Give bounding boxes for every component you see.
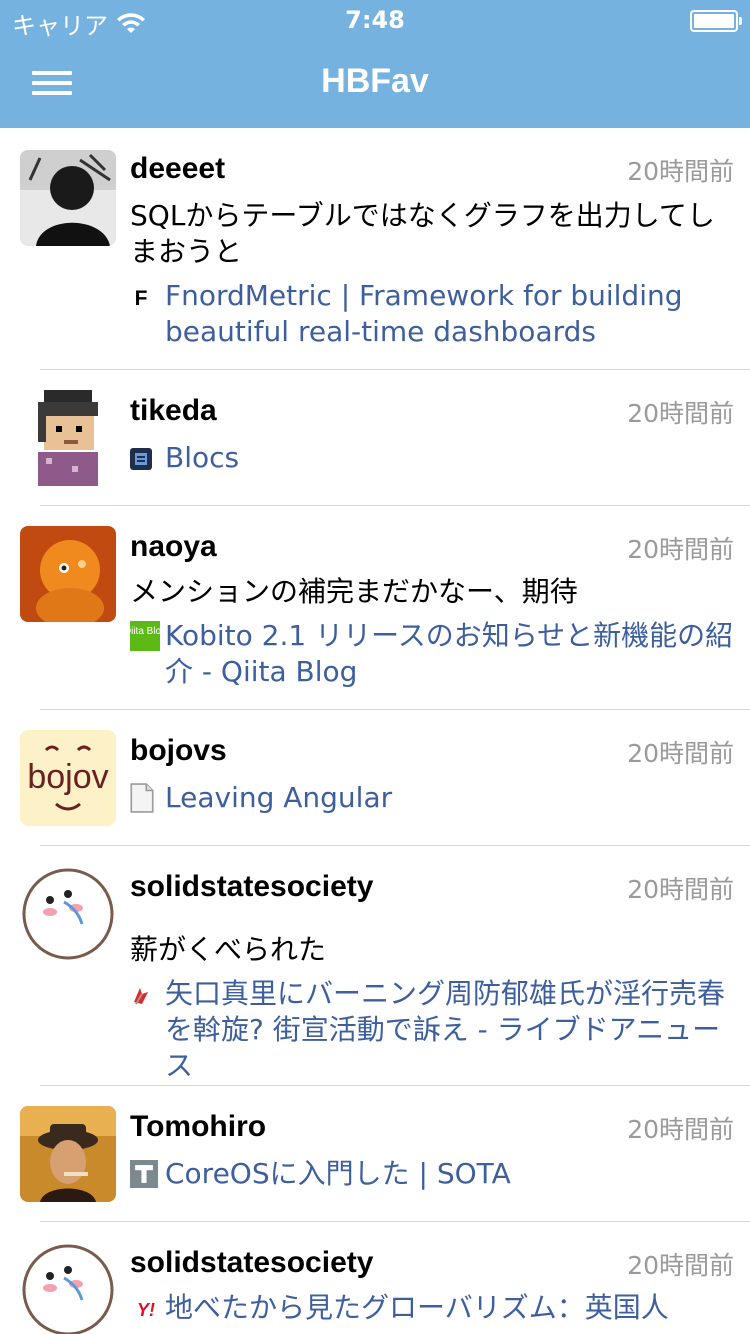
avatar-solidstatesociety	[20, 866, 116, 962]
link-title[interactable]: Leaving Angular	[130, 780, 740, 816]
qiita-blog-favicon-icon: Qiita Blog	[130, 621, 160, 651]
avatar[interactable]	[20, 1106, 116, 1202]
avatar[interactable]	[20, 150, 116, 246]
avatar[interactable]	[20, 526, 116, 622]
document-icon	[130, 783, 154, 813]
avatar-tomohiro	[20, 1106, 116, 1202]
fnordmetric-favicon-icon: F	[130, 286, 152, 308]
comment-text: SQLからテーブルではなくグラフを出力してしまおうと	[130, 199, 715, 268]
avatar[interactable]	[20, 390, 116, 486]
svg-text:F: F	[135, 287, 148, 308]
bookmark-link[interactable]: F FnordMetric | Framework for building b…	[130, 278, 740, 350]
svg-text:Qiita Blog: Qiita Blog	[130, 626, 160, 637]
livedoor-favicon-icon	[130, 984, 152, 1006]
timestamp: 20時間前	[627, 399, 734, 428]
bookmark-link[interactable]: Leaving Angular	[130, 780, 740, 816]
bookmark-list: deeeet 20時間前 SQLからテーブルではなくグラフを出力してしまおうと …	[0, 128, 750, 1334]
list-item[interactable]: naoya 20時間前 メンションの補完まだかなー、期待 Qiita Blog …	[0, 506, 750, 710]
bookmark-link[interactable]: Blocs	[130, 440, 740, 476]
yahoo-favicon-icon: Y!	[131, 1298, 161, 1320]
avatar[interactable]	[20, 1242, 116, 1334]
blocs-favicon-icon	[130, 448, 152, 470]
username[interactable]: Tomohiro	[130, 1110, 266, 1144]
username[interactable]: naoya	[130, 530, 217, 564]
link-title[interactable]: FnordMetric | Framework for building bea…	[130, 278, 740, 350]
link-title[interactable]: 地べたから見たグローバリズム：英国人	[130, 1290, 740, 1326]
timestamp: 20時間前	[627, 157, 734, 186]
avatar-bojovs: bojov	[20, 730, 116, 826]
avatar-solidstatesociety	[20, 1242, 116, 1334]
comment-text: メンションの補完まだかなー、期待	[130, 575, 578, 608]
username[interactable]: deeeet	[130, 152, 225, 186]
link-title[interactable]: CoreOSに入門した | SOTA	[130, 1156, 740, 1192]
avatar[interactable]	[20, 866, 116, 962]
timestamp: 20時間前	[627, 875, 734, 904]
avatar-deeeet	[20, 150, 116, 246]
comment-text: 薪がくべられた	[130, 933, 327, 966]
navigation-bar: キャリア 7:48 HBFav	[0, 0, 750, 128]
bookmark-link[interactable]: CoreOSに入門した | SOTA	[130, 1156, 740, 1192]
bookmark-link[interactable]: Y! 地べたから見たグローバリズム：英国人	[130, 1290, 740, 1326]
avatar-naoya	[20, 526, 116, 622]
page-title: HBFav	[321, 62, 429, 100]
status-time: 7:48	[345, 6, 405, 34]
list-item[interactable]: solidstatesociety 20時間前 薪がくべられた 矢口真里にバーニ…	[0, 846, 750, 1086]
username[interactable]: solidstatesociety	[130, 1246, 373, 1280]
link-title[interactable]: Blocs	[130, 440, 740, 476]
username[interactable]: bojovs	[130, 734, 227, 768]
username[interactable]: tikeda	[130, 394, 217, 428]
list-item[interactable]: Tomohiro 20時間前 CoreOSに入門した | SOTA	[0, 1086, 750, 1222]
list-item[interactable]: bojov bojovs 20時間前 Leaving Angular	[0, 710, 750, 846]
svg-text:bojov: bojov	[27, 758, 108, 796]
sota-favicon-icon	[130, 1160, 158, 1188]
list-item[interactable]: deeeet 20時間前 SQLからテーブルではなくグラフを出力してしまおうと …	[0, 128, 750, 370]
timestamp: 20時間前	[627, 535, 734, 564]
timestamp: 20時間前	[627, 1251, 734, 1280]
timestamp: 20時間前	[627, 1115, 734, 1144]
bookmark-link[interactable]: 矢口真里にバーニング周防郁雄氏が淫行売春を斡旋? 街宣活動で訴え - ライブドア…	[130, 976, 740, 1084]
svg-text:Y!: Y!	[137, 1300, 155, 1320]
status-bar: キャリア 7:48	[0, 0, 750, 40]
avatar-tikeda	[20, 390, 116, 486]
list-item[interactable]: solidstatesociety 20時間前 Y! 地べたから見たグローバリズ…	[0, 1222, 750, 1334]
link-title[interactable]: Kobito 2.1 リリースのお知らせと新機能の紹介 - Qiita Blog	[130, 618, 740, 690]
list-item[interactable]: tikeda 20時間前 Blocs	[0, 370, 750, 506]
username[interactable]: solidstatesociety	[130, 870, 373, 904]
link-title[interactable]: 矢口真里にバーニング周防郁雄氏が淫行売春を斡旋? 街宣活動で訴え - ライブドア…	[130, 976, 740, 1084]
timestamp: 20時間前	[627, 739, 734, 768]
bookmark-link[interactable]: Qiita Blog Kobito 2.1 リリースのお知らせと新機能の紹介 -…	[130, 618, 740, 690]
battery-icon	[690, 10, 742, 32]
avatar[interactable]: bojov	[20, 730, 116, 826]
